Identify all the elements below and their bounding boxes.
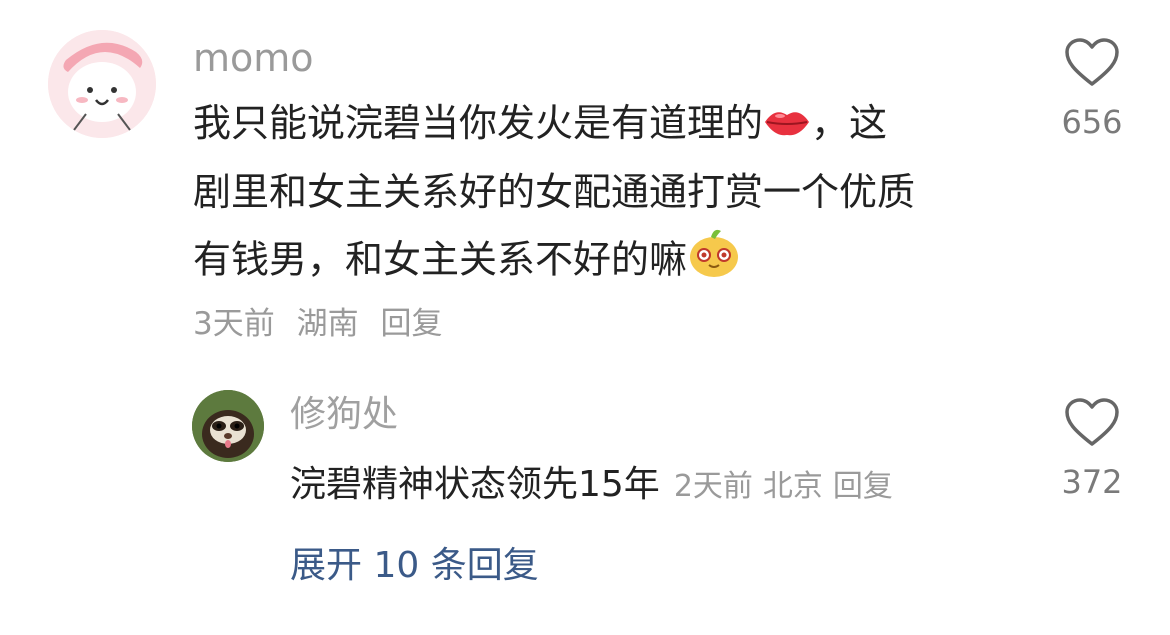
reply-time: 2天前: [673, 469, 753, 504]
reply-heart-icon[interactable]: [1064, 398, 1120, 448]
avatar[interactable]: [48, 30, 156, 138]
smirk-emoji-icon: [687, 225, 741, 299]
comment-time: 3天前: [193, 306, 275, 342]
reply-body: 浣碧精神状态领先15年 2天前 北京 回复: [290, 460, 903, 516]
comment-like-count: 656: [1061, 103, 1123, 141]
reply-meta: 2天前 北京 回复: [674, 469, 903, 504]
comment-line-1: 我只能说浣碧当你发火是有道理的 ，这: [193, 90, 1013, 159]
comment-line-2: 剧里和女主关系好的女配通通打赏一个优质: [193, 169, 916, 214]
reply-location: 北京: [762, 469, 823, 504]
comment-line-1-text: 我只能说浣碧当你发火是有道理的: [193, 101, 764, 145]
comment-line-3: 有钱男，和女主关系不好的嘛: [193, 225, 1013, 299]
comment-body: 我只能说浣碧当你发火是有道理的 ，这 剧里和女主关系好的女配通通打赏一个优质 有钱…: [193, 90, 1013, 299]
lips-emoji-icon: [763, 93, 811, 159]
avatar-illustration: [48, 30, 156, 138]
reply-text: 浣碧精神状态领先15年: [290, 464, 660, 505]
comment-location: 湖南: [296, 306, 359, 342]
reply-username[interactable]: 修狗处: [290, 393, 398, 437]
comment-line-3-text: 有钱男，和女主关系不好的嘛: [193, 237, 688, 281]
comment-meta: 3天前 湖南 回复: [193, 302, 454, 346]
ferret-avatar-illustration: [192, 390, 264, 462]
expand-replies-button[interactable]: 展开 10 条回复: [290, 542, 539, 590]
reply-avatar[interactable]: [192, 390, 264, 462]
comment-username[interactable]: momo: [193, 36, 314, 80]
comment-reply-button[interactable]: 回复: [380, 306, 442, 342]
reply-like-count: 372: [1061, 463, 1123, 501]
heart-icon[interactable]: [1064, 38, 1120, 88]
reply-reply-button[interactable]: 回复: [833, 469, 893, 504]
comment-line-1-suffix: ，这: [811, 101, 888, 145]
